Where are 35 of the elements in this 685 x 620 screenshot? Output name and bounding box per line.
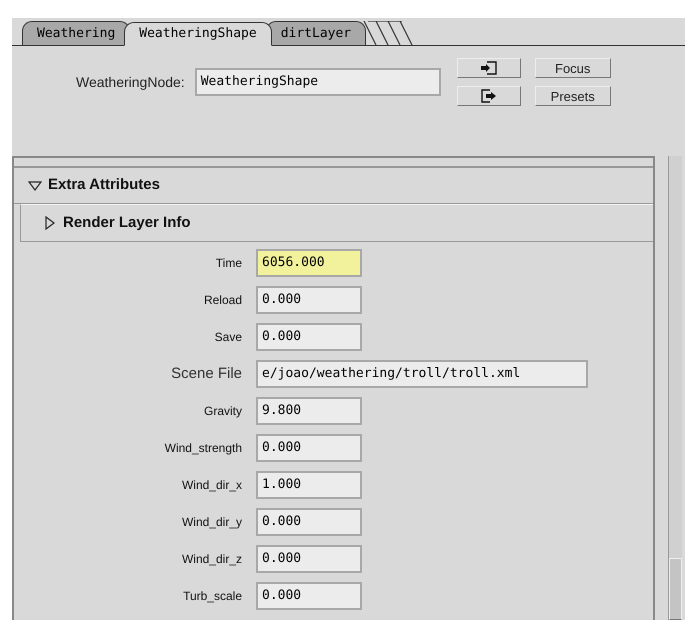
attribute-label: Turb_scale [182, 588, 242, 605]
scrollbar[interactable] [668, 156, 682, 620]
attribute-field[interactable]: 6056.000 [256, 249, 362, 277]
collapse-icon[interactable] [28, 180, 42, 190]
arrow-out-box-icon [480, 89, 498, 103]
attribute-field[interactable]: 0.000 [256, 286, 362, 314]
expand-icon[interactable] [45, 216, 55, 230]
presets-button[interactable]: Presets [534, 86, 611, 106]
attribute-field[interactable]: 0.000 [256, 582, 362, 610]
attribute-field[interactable]: e/joao/weathering/troll/troll.xml [256, 360, 588, 388]
attribute-field[interactable]: 1.000 [256, 471, 362, 499]
tab[interactable]: WeatheringShape [124, 22, 272, 46]
attribute-label: Scene File [170, 364, 242, 384]
attribute-label: Reload [202, 292, 242, 309]
attribute-field[interactable]: 9.800 [256, 397, 362, 425]
arrow-into-box-icon [480, 61, 498, 75]
section-header[interactable]: Extra Attributes [48, 174, 160, 197]
select-icon-button[interactable] [456, 86, 521, 106]
attribute-field[interactable]: 0.000 [256, 508, 362, 536]
attribute-field[interactable]: 0.000 [256, 323, 362, 351]
attribute-label: Time [214, 255, 242, 272]
subsection-header[interactable]: Render Layer Info [63, 212, 191, 234]
attribute-field[interactable]: 0.000 [256, 545, 362, 573]
attribute-label: Wind_dir_z [180, 551, 242, 568]
node-name-field[interactable]: WeatheringShape [194, 68, 441, 96]
attribute-label: Gravity [202, 403, 242, 420]
load-icon-button[interactable] [456, 58, 521, 78]
attribute-label: Wind_dir_x [180, 477, 242, 494]
focus-button[interactable]: Focus [534, 58, 611, 78]
attribute-label: Wind_dir_y [180, 514, 242, 531]
node-label: WeatheringNode: [76, 72, 185, 92]
attribute-field[interactable]: 0.000 [256, 434, 362, 462]
attribute-label: Save [214, 329, 242, 346]
attribute-label: Wind_strength [164, 440, 242, 457]
scrollbar-thumb[interactable] [669, 558, 682, 620]
